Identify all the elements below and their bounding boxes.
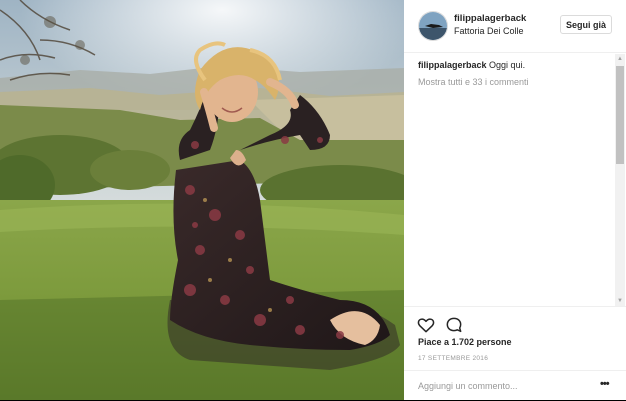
header-username[interactable]: filippalagerback [454, 13, 526, 24]
likes-count[interactable]: Piace a 1.702 persone [418, 337, 512, 347]
caption-text: Oggi qui. [489, 60, 526, 70]
post-date[interactable]: 17 SETTEMBRE 2016 [418, 355, 488, 362]
show-all-comments-link[interactable]: Mostra tutti e 33 i commenti [418, 77, 612, 87]
avatar[interactable] [418, 11, 448, 41]
post-sidebar: filippalagerback Fattoria Dei Colle Segu… [404, 0, 626, 400]
header-location[interactable]: Fattoria Dei Colle [454, 26, 524, 36]
heart-outline-icon[interactable] [416, 315, 436, 335]
photo-woman-on-hill [0, 0, 404, 400]
caption: filippalagerback Oggi qui. [418, 60, 612, 70]
following-button[interactable]: Segui già [560, 15, 612, 34]
scroll-down-arrow-icon[interactable]: ▼ [615, 296, 625, 306]
post-header: filippalagerback Fattoria Dei Colle Segu… [404, 0, 626, 53]
comments-scrollbar[interactable]: ▲ ▼ [615, 54, 625, 306]
caption-username[interactable]: filippalagerback [418, 60, 487, 70]
add-comment-input[interactable] [418, 378, 578, 394]
add-comment-bar: ••• [404, 370, 626, 401]
more-options-icon[interactable]: ••• [600, 378, 610, 390]
scrollbar-thumb[interactable] [616, 66, 624, 164]
comments-section: filippalagerback Oggi qui. Mostra tutti … [418, 60, 612, 87]
scroll-up-arrow-icon[interactable]: ▲ [615, 54, 625, 64]
post-photo[interactable] [0, 0, 404, 400]
avatar-image [419, 12, 447, 40]
speech-bubble-icon[interactable] [444, 315, 464, 335]
post-actions: Piace a 1.702 persone 17 SETTEMBRE 2016 [404, 306, 626, 371]
